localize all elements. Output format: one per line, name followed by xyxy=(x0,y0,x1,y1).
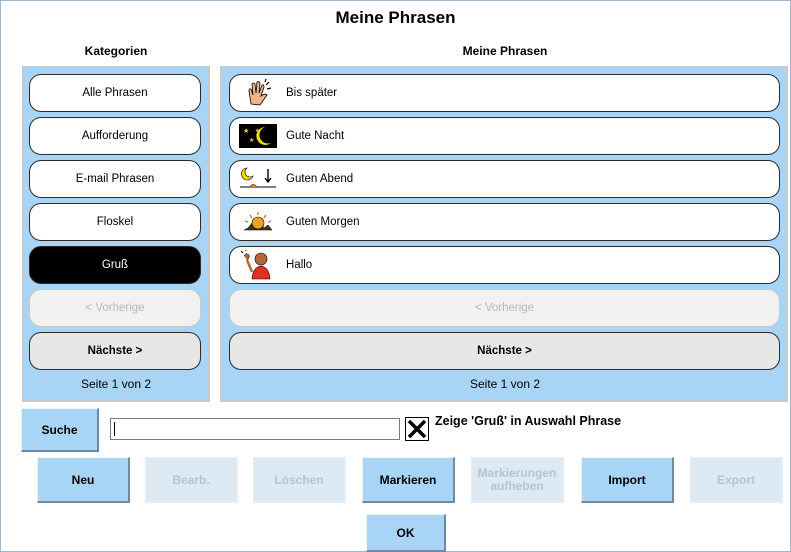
category-label: Floskel xyxy=(96,216,134,228)
ok-button[interactable]: OK xyxy=(366,514,446,552)
phrases-prev-button[interactable]: < Vorherige xyxy=(229,289,780,327)
search-button-label: Suche xyxy=(41,422,78,437)
checkmark-x-icon xyxy=(407,419,427,439)
category-item-aufforderung[interactable]: Aufforderung xyxy=(29,117,201,155)
categories-header: Kategorien xyxy=(84,44,148,58)
phrases-page-label: Seite 1 von 2 xyxy=(469,377,541,391)
mark-button[interactable]: Markieren xyxy=(362,457,455,503)
edit-button[interactable]: Bearb. xyxy=(145,457,238,503)
phrase-item-guten-abend[interactable]: Guten Abend xyxy=(229,160,780,198)
unmark-label-line2: aufheben xyxy=(490,478,544,493)
moon-sunset-icon xyxy=(236,164,280,194)
unmark-label-line1: Markierungen xyxy=(477,465,557,480)
phrase-item-hallo[interactable]: Hallo xyxy=(229,246,780,284)
dialog-title: Meine Phrasen xyxy=(335,8,456,27)
phrase-label: Hallo xyxy=(286,259,313,271)
svg-text:★: ★ xyxy=(243,127,249,135)
next-label: Nächste > xyxy=(477,345,532,357)
category-label: E-mail Phrasen xyxy=(75,173,155,185)
delete-label: Löschen xyxy=(274,472,324,487)
categories-next-button[interactable]: Nächste > xyxy=(29,332,201,370)
svg-text:★: ★ xyxy=(255,128,260,134)
category-item-email-phrasen[interactable]: E-mail Phrasen xyxy=(29,160,201,198)
phrases-header: Meine Phrasen xyxy=(462,44,548,58)
next-label: Nächste > xyxy=(87,345,143,357)
phrase-label: Gute Nacht xyxy=(286,130,345,142)
delete-button[interactable]: Löschen xyxy=(253,457,346,503)
sunrise-icon xyxy=(236,207,280,237)
search-button[interactable]: Suche xyxy=(21,408,99,452)
ok-label: OK xyxy=(396,525,415,540)
export-button[interactable]: Export xyxy=(690,457,783,503)
export-label: Export xyxy=(716,472,755,487)
waving-hand-icon xyxy=(236,78,280,108)
new-button[interactable]: Neu xyxy=(37,457,130,503)
prev-label: < Vorherige xyxy=(474,302,535,314)
phrase-label: Guten Morgen xyxy=(286,216,360,228)
moon-stars-icon: ★ ★ ★ xyxy=(236,121,280,151)
category-label: Gruß xyxy=(101,259,129,271)
phrase-item-gute-nacht[interactable]: ★ ★ ★ Gute Nacht xyxy=(229,117,780,155)
import-button[interactable]: Import xyxy=(581,457,674,503)
category-label: Aufforderung xyxy=(81,130,149,142)
prev-label: < Vorherige xyxy=(85,302,145,314)
phrases-next-button[interactable]: Nächste > xyxy=(229,332,780,370)
categories-page-label: Seite 1 von 2 xyxy=(80,377,152,391)
phrase-label: Bis später xyxy=(286,87,338,99)
categories-prev-button[interactable]: < Vorherige xyxy=(29,289,201,327)
show-in-selection-checkbox[interactable] xyxy=(405,417,429,441)
show-in-selection-label: Zeige 'Gruß' in Auswahl Phrase xyxy=(435,414,622,428)
category-item-alle-phrasen[interactable]: Alle Phrasen xyxy=(29,74,201,112)
mark-label: Markieren xyxy=(379,472,437,487)
svg-text:★: ★ xyxy=(249,137,254,144)
category-item-gruss[interactable]: Gruß xyxy=(29,246,201,284)
category-label: Alle Phrasen xyxy=(82,87,148,99)
person-waving-icon xyxy=(236,250,280,280)
text-caret xyxy=(114,422,115,436)
new-label: Neu xyxy=(71,472,95,487)
phrase-item-guten-morgen[interactable]: Guten Morgen xyxy=(229,203,780,241)
import-label: Import xyxy=(608,472,646,487)
search-input[interactable] xyxy=(110,418,400,440)
category-item-floskel[interactable]: Floskel xyxy=(29,203,201,241)
unmark-button[interactable]: Markierungen aufheben xyxy=(471,457,564,503)
phrase-item-bis-spaeter[interactable]: Bis später xyxy=(229,74,780,112)
edit-label: Bearb. xyxy=(172,472,210,487)
phrase-label: Guten Abend xyxy=(286,173,354,185)
